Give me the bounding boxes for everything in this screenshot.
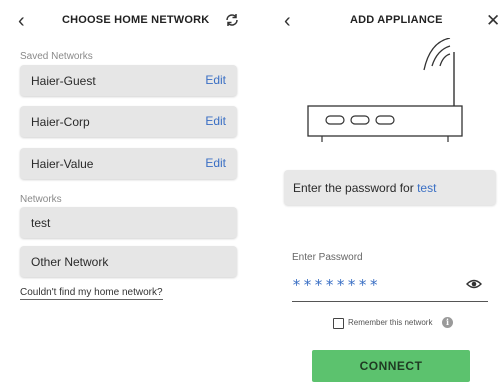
close-icon[interactable]: ✕ <box>486 10 500 32</box>
edit-button[interactable]: Edit <box>205 114 226 128</box>
password-field[interactable] <box>292 268 488 302</box>
network-name: Haier-Corp <box>31 115 90 129</box>
eye-icon[interactable] <box>466 277 482 291</box>
network-name: Haier-Value <box>31 157 94 171</box>
connect-button[interactable]: CONNECT <box>312 350 470 382</box>
remember-label: Remember this network <box>348 318 433 327</box>
saved-network-row[interactable]: Haier-Corp Edit <box>20 106 237 137</box>
saved-networks-label: Saved Networks <box>20 51 93 62</box>
edit-button[interactable]: Edit <box>205 156 226 170</box>
help-link[interactable]: Couldn't find my home network? <box>20 287 163 300</box>
refresh-icon[interactable] <box>224 12 240 28</box>
saved-network-row[interactable]: Haier-Guest Edit <box>20 65 237 96</box>
network-row[interactable]: test <box>20 207 237 238</box>
back-icon[interactable]: ‹ <box>284 10 291 32</box>
network-row[interactable]: Other Network <box>20 246 237 277</box>
info-icon[interactable]: i <box>442 317 453 328</box>
password-prompt-text: Enter the password for test <box>293 181 436 195</box>
edit-button[interactable]: Edit <box>205 73 226 87</box>
add-appliance-screen: ‹ ADD APPLIANCE ✕ Enter the password for… <box>252 0 504 388</box>
network-name: test <box>31 216 51 230</box>
prompt-prefix: Enter the password for <box>293 181 418 195</box>
router-icon <box>307 38 463 142</box>
choose-network-screen: ‹ CHOOSE HOME NETWORK Saved Networks Hai… <box>0 0 252 388</box>
page-title: ADD APPLIANCE <box>350 14 443 26</box>
page-title: CHOOSE HOME NETWORK <box>62 14 210 26</box>
prompt-network-name: test <box>417 181 437 195</box>
add-appliance-header: ‹ ADD APPLIANCE ✕ <box>252 10 504 34</box>
password-prompt: Enter the password for test <box>284 170 496 205</box>
remember-checkbox[interactable] <box>333 318 344 329</box>
network-name: Haier-Guest <box>31 74 96 88</box>
networks-label: Networks <box>20 194 62 205</box>
saved-network-row[interactable]: Haier-Value Edit <box>20 148 237 179</box>
password-label: Enter Password <box>292 252 363 263</box>
back-icon[interactable]: ‹ <box>18 10 25 32</box>
network-name: Other Network <box>31 255 109 269</box>
choose-network-header: ‹ CHOOSE HOME NETWORK <box>0 10 252 34</box>
